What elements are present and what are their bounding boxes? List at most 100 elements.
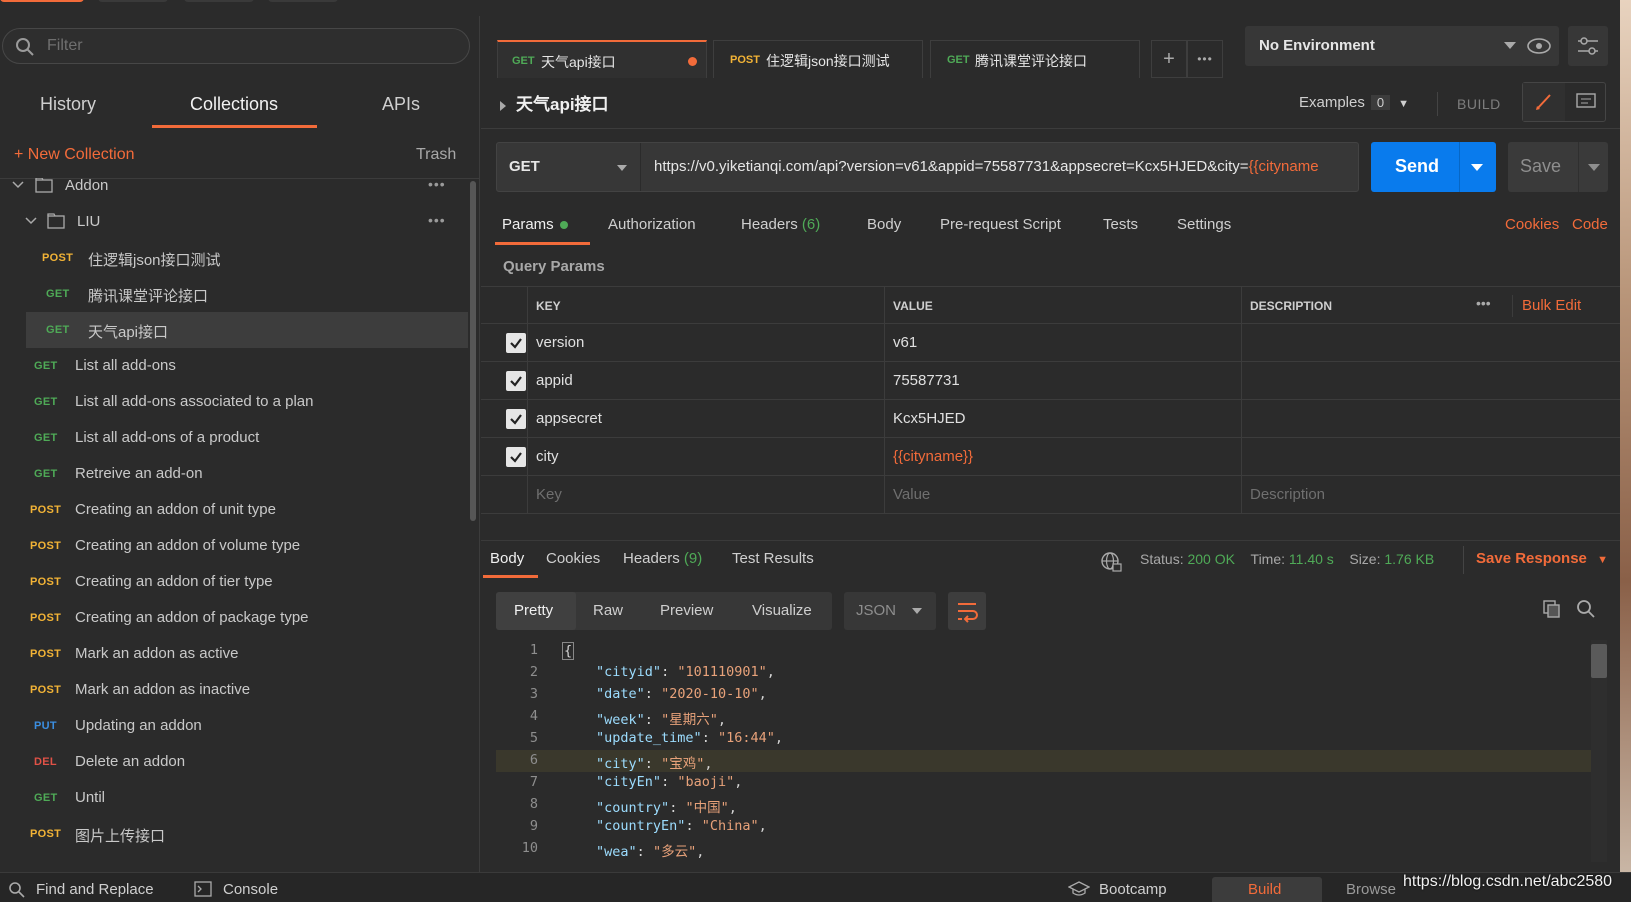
tab-apis[interactable]: APIs bbox=[382, 94, 420, 115]
status-value[interactable]: 200 OK bbox=[1187, 551, 1234, 567]
copy-icon[interactable] bbox=[1541, 598, 1563, 620]
new-collection-button[interactable]: + New Collection bbox=[14, 146, 135, 164]
globe-icon[interactable] bbox=[1100, 551, 1122, 573]
param-description-cell[interactable] bbox=[1241, 400, 1623, 438]
request-item[interactable]: GET List all add-ons bbox=[0, 348, 468, 384]
more-icon[interactable]: ••• bbox=[1476, 295, 1491, 311]
tab-pre-request-script[interactable]: Pre-request Script bbox=[940, 216, 1061, 233]
wrap-lines-button[interactable] bbox=[948, 592, 986, 630]
request-item[interactable]: POST Creating an addon of volume type bbox=[0, 528, 468, 564]
param-value-cell[interactable]: {{cityname}} bbox=[884, 438, 1241, 476]
new-key-input[interactable]: Key bbox=[527, 476, 884, 514]
tab-authorization[interactable]: Authorization bbox=[608, 216, 696, 233]
tab-params[interactable]: Params bbox=[502, 216, 568, 233]
request-item[interactable]: GET Until bbox=[0, 780, 468, 816]
search-icon[interactable] bbox=[1575, 598, 1597, 620]
time-value[interactable]: 11.40 s bbox=[1289, 551, 1334, 567]
request-item[interactable]: POST Mark an addon as inactive bbox=[0, 672, 468, 708]
editor-scrollbar[interactable] bbox=[1591, 640, 1607, 862]
param-checkbox[interactable] bbox=[506, 447, 526, 467]
request-item[interactable]: POST Creating an addon of tier type bbox=[0, 564, 468, 600]
tab-headers[interactable]: Headers (6) bbox=[741, 216, 820, 233]
chevron-down-icon[interactable] bbox=[617, 165, 627, 171]
more-icon[interactable]: ••• bbox=[428, 178, 446, 192]
send-button[interactable]: Send bbox=[1371, 142, 1496, 192]
param-description-cell[interactable] bbox=[1241, 362, 1623, 400]
folder-liu[interactable]: LIU ••• bbox=[0, 204, 468, 240]
request-item[interactable]: GET List all add-ons of a product bbox=[0, 420, 468, 456]
chevron-down-icon[interactable] bbox=[1471, 164, 1483, 171]
top-button-home[interactable] bbox=[0, 0, 84, 2]
request-item[interactable]: PUT Updating an addon bbox=[0, 708, 468, 744]
param-checkbox[interactable] bbox=[506, 409, 526, 429]
bootcamp-button[interactable]: Bootcamp bbox=[1099, 881, 1167, 898]
request-tab-active[interactable]: GET 天气api接口 bbox=[497, 40, 707, 78]
response-tab-body[interactable]: Body bbox=[490, 550, 524, 567]
add-tab-button[interactable]: + bbox=[1151, 40, 1187, 78]
response-tab-headers[interactable]: Headers (9) bbox=[623, 550, 702, 567]
build-mode-button[interactable]: Build bbox=[1248, 881, 1281, 898]
response-tab-test-results[interactable]: Test Results bbox=[732, 550, 814, 567]
param-checkbox[interactable] bbox=[506, 333, 526, 353]
param-description-cell[interactable] bbox=[1241, 438, 1623, 476]
trash-link[interactable]: Trash bbox=[416, 146, 456, 164]
examples-dropdown[interactable]: Examples 0 ▼ bbox=[1299, 94, 1409, 111]
request-tab[interactable]: POST 住逻辑json接口测试 bbox=[713, 40, 923, 78]
new-description-input[interactable]: Description bbox=[1241, 476, 1623, 514]
param-value-cell[interactable]: Kcx5HJED bbox=[884, 400, 1241, 438]
chevron-down-icon[interactable] bbox=[1588, 164, 1600, 171]
save-button[interactable]: Save bbox=[1508, 142, 1608, 192]
request-item-selected[interactable]: GET 天气api接口 bbox=[26, 312, 468, 348]
bulk-edit-link[interactable]: Bulk Edit bbox=[1522, 297, 1581, 314]
sidebar-scrollbar[interactable] bbox=[470, 181, 476, 521]
format-visualize[interactable]: Visualize bbox=[752, 602, 812, 619]
top-button-3[interactable] bbox=[184, 0, 254, 2]
format-raw[interactable]: Raw bbox=[593, 602, 623, 619]
tab-body[interactable]: Body bbox=[867, 216, 901, 233]
param-description-cell[interactable] bbox=[1241, 324, 1623, 362]
tab-tests[interactable]: Tests bbox=[1103, 216, 1138, 233]
save-response-button[interactable]: Save Response ▼ bbox=[1476, 550, 1608, 567]
param-key-cell[interactable]: appid bbox=[527, 362, 884, 400]
param-value-cell[interactable]: 75587731 bbox=[884, 362, 1241, 400]
top-button-4[interactable] bbox=[268, 0, 338, 2]
edit-mode-button[interactable] bbox=[1523, 83, 1565, 121]
url-input[interactable]: https://v0.yiketianqi.com/api?version=v6… bbox=[654, 158, 1354, 175]
manage-environments-button[interactable] bbox=[1568, 26, 1608, 66]
size-value[interactable]: 1.76 KB bbox=[1384, 551, 1434, 567]
request-item[interactable]: POST Creating an addon of package type bbox=[0, 600, 468, 636]
format-pretty[interactable]: Pretty bbox=[514, 602, 553, 619]
more-icon[interactable]: ••• bbox=[428, 212, 446, 228]
environment-quick-look-button[interactable] bbox=[1519, 26, 1559, 66]
sidebar-filter[interactable]: Filter bbox=[2, 28, 470, 64]
code-link[interactable]: Code bbox=[1572, 216, 1608, 233]
tab-settings[interactable]: Settings bbox=[1177, 216, 1231, 233]
request-item[interactable]: GET Retreive an add-on bbox=[0, 456, 468, 492]
format-type-select[interactable]: JSON bbox=[844, 592, 936, 630]
environment-select[interactable]: No Environment bbox=[1245, 26, 1530, 66]
request-item[interactable]: POST Mark an addon as active bbox=[0, 636, 468, 672]
find-replace-button[interactable]: Find and Replace bbox=[36, 881, 154, 898]
browse-mode-button[interactable]: Browse bbox=[1346, 881, 1396, 898]
more-tabs-button[interactable]: ••• bbox=[1187, 40, 1223, 78]
response-body-editor[interactable]: 1{ 2 "cityid": "101110901", 3 "date": "202… bbox=[496, 640, 1596, 862]
method-select[interactable]: GET bbox=[509, 158, 540, 175]
request-tab[interactable]: GET 腾讯课堂评论接口 bbox=[930, 40, 1140, 78]
new-value-input[interactable]: Value bbox=[884, 476, 1241, 514]
cookies-link[interactable]: Cookies bbox=[1505, 216, 1559, 233]
console-button[interactable]: Console bbox=[223, 881, 278, 898]
folder-addon[interactable]: Addon ••• bbox=[0, 178, 468, 204]
request-item[interactable]: POST Creating an addon of unit type bbox=[0, 492, 468, 528]
comments-button[interactable] bbox=[1565, 83, 1607, 121]
request-item[interactable]: DEL Delete an addon bbox=[0, 744, 468, 780]
scrollbar-thumb[interactable] bbox=[1591, 644, 1607, 678]
param-checkbox[interactable] bbox=[506, 371, 526, 391]
request-item[interactable]: GET List all add-ons associated to a pla… bbox=[0, 384, 468, 420]
param-key-cell[interactable]: version bbox=[527, 324, 884, 362]
tab-history[interactable]: History bbox=[40, 94, 96, 115]
top-button-2[interactable] bbox=[98, 0, 168, 2]
param-key-cell[interactable]: city bbox=[527, 438, 884, 476]
format-preview[interactable]: Preview bbox=[660, 602, 713, 619]
request-item[interactable]: POST 图片上传接口 bbox=[0, 816, 468, 852]
param-value-cell[interactable]: v61 bbox=[884, 324, 1241, 362]
